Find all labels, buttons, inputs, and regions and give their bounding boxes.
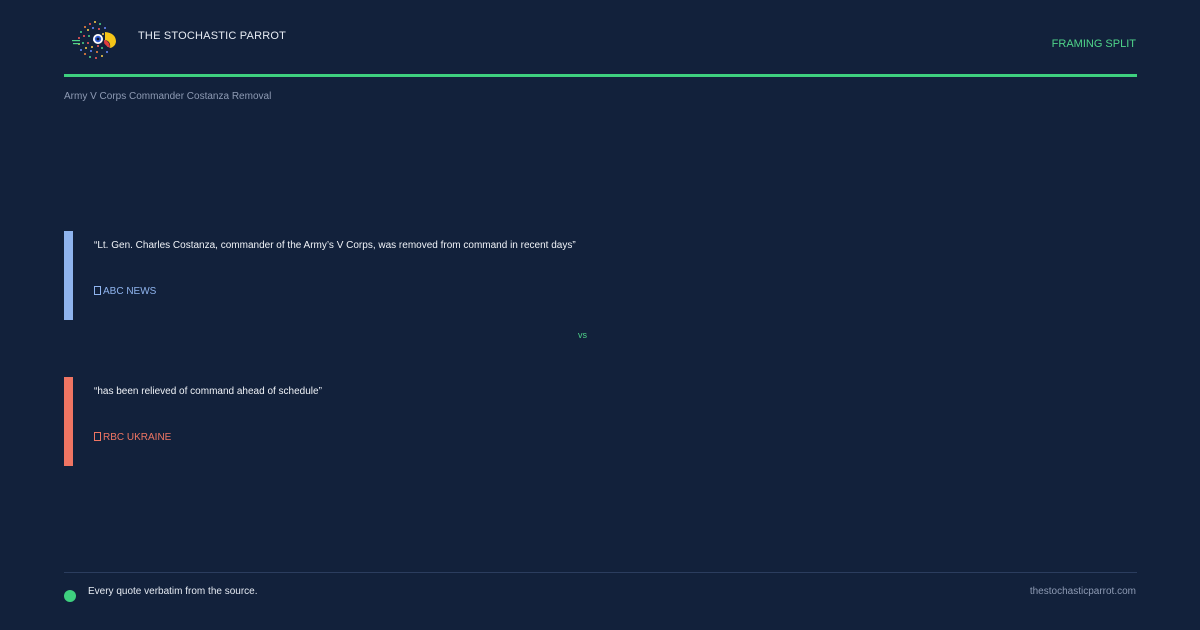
- header-divider: [64, 74, 1137, 77]
- source-label: ABC NEWS: [103, 286, 157, 297]
- quote-text: “Lt. Gen. Charles Costanza, commander of…: [94, 240, 576, 251]
- footer-divider: [64, 572, 1137, 573]
- quote-accent-bar: [64, 377, 73, 466]
- quote-source: RBC UKRAINE: [94, 432, 171, 443]
- quote-text: “has been relieved of command ahead of s…: [94, 386, 322, 397]
- parrot-logo-icon: [70, 16, 120, 64]
- footer-site-link[interactable]: thestochasticparrot.com: [1030, 586, 1136, 597]
- source-icon: [94, 286, 101, 295]
- quote-card-abc: “Lt. Gen. Charles Costanza, commander of…: [64, 231, 964, 320]
- topic-title: Army V Corps Commander Costanza Removal: [64, 91, 272, 102]
- status-dot-icon: [64, 590, 76, 602]
- quote-source: ABC NEWS: [94, 286, 156, 297]
- page-type-label: FRAMING SPLIT: [1051, 38, 1136, 50]
- quote-accent-bar: [64, 231, 73, 320]
- source-label: RBC UKRAINE: [103, 432, 172, 443]
- quote-card-rbc: “has been relieved of command ahead of s…: [64, 377, 964, 466]
- source-icon: [94, 432, 101, 441]
- footer-note: Every quote verbatim from the source.: [88, 586, 258, 597]
- brand-name: THE STOCHASTIC PARROT: [138, 30, 287, 42]
- vs-label: vs: [578, 330, 587, 340]
